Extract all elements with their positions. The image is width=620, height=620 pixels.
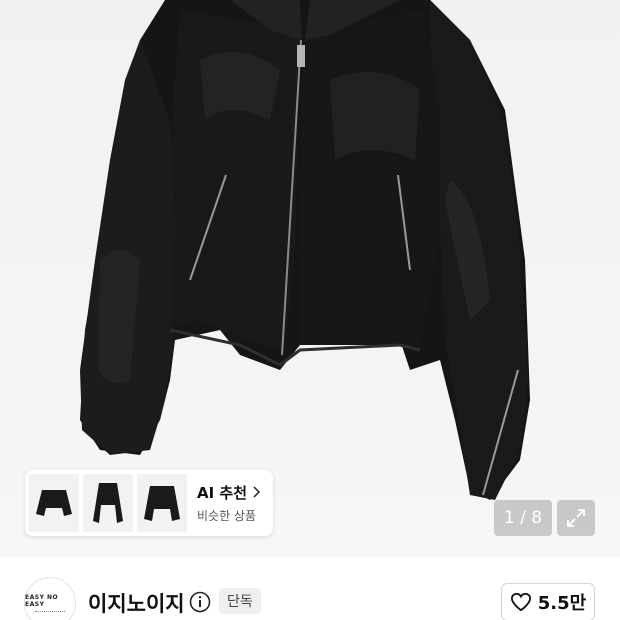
brand-logo-divider [35,610,65,613]
image-counter: 1 / 8 [494,500,552,536]
like-button[interactable]: 5.5만 [501,583,595,620]
chevron-right-icon [253,484,261,502]
jacket-thumbnail-icon [93,483,123,523]
similar-product-thumb[interactable] [137,474,187,532]
brand-name-link[interactable]: 이지노이지 [88,588,185,618]
heart-outline-icon [510,592,531,612]
brand-logo[interactable]: EASY NO EASY [24,577,76,620]
ai-recommend-title: AI 추천 [197,482,261,503]
ai-recommend-title-text: AI 추천 [197,484,248,502]
like-count: 5.5만 [537,593,587,614]
exclusive-badge: 단독 [219,588,261,614]
product-image-viewer[interactable]: AI 추천 비슷한 상품 1 / 8 [0,0,620,557]
ai-recommend-card[interactable]: AI 추천 비슷한 상품 [25,470,273,536]
expand-image-button[interactable] [557,500,595,536]
expand-arrows-icon [567,509,585,527]
brand-logo-text: EASY NO EASY [25,593,59,608]
info-circle-icon[interactable] [189,591,211,613]
similar-product-thumb[interactable] [83,474,133,532]
jacket-thumbnail-icon [144,486,180,521]
similar-product-thumb[interactable] [29,474,79,532]
jacket-thumbnail-icon [36,490,72,516]
ai-recommend-subtitle: 비슷한 상품 [197,509,257,523]
